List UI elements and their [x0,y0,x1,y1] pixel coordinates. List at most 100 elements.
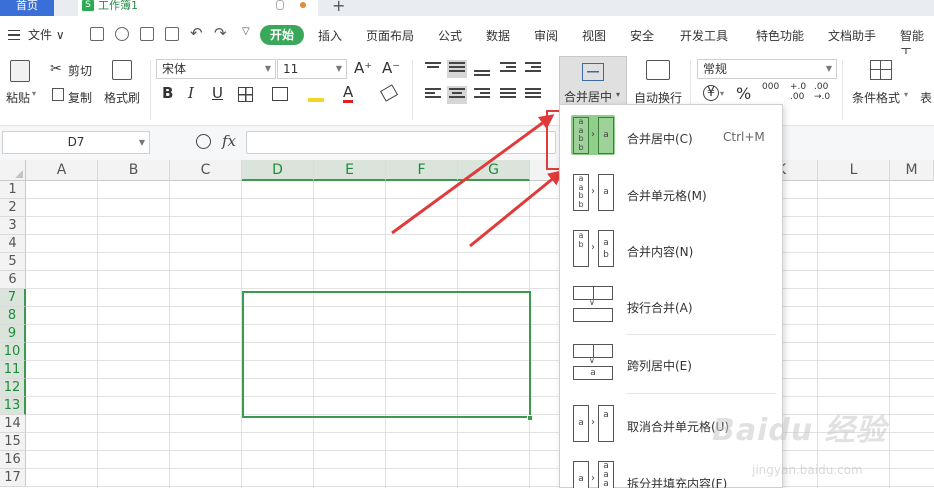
column-header-e[interactable]: E [314,160,386,181]
menu-item-center-across[interactable]: ∨ a 跨列居中(E) [560,339,784,389]
menu-item-merge-center[interactable]: aabb › a 合并居中(C) Ctrl+M [560,111,784,161]
pin-icon[interactable] [276,0,284,10]
eraser-icon[interactable] [379,84,399,102]
distributed-align-icon[interactable] [525,88,541,102]
formula-input[interactable] [246,131,556,154]
tab-home[interactable]: 首页 [0,0,54,16]
row-header-10[interactable]: 10 [0,343,26,361]
column-header-d[interactable]: D [242,160,314,181]
align-center-icon[interactable] [447,86,467,104]
row-header-12[interactable]: 12 [0,379,26,397]
copy-button[interactable]: 复制 [68,89,92,106]
row-header-9[interactable]: 9 [0,325,26,343]
row-header-11[interactable]: 11 [0,361,26,379]
menu-item-merge-cells[interactable]: aabb › a 合并单元格(M) [560,169,784,219]
row-header-7[interactable]: 7 [0,289,26,307]
border-icon[interactable] [238,87,253,102]
column-header-m[interactable]: M [890,160,934,181]
thousands-separator-button[interactable]: 000 [762,82,779,92]
undo-icon[interactable]: ↶ [190,24,203,42]
percent-button[interactable]: % [736,84,751,103]
row-header-5[interactable]: 5 [0,253,26,271]
print-icon[interactable] [140,27,154,41]
hamburger-icon[interactable] [8,30,20,40]
shrink-font-button[interactable]: A⁻ [382,59,400,77]
menu-security[interactable]: 安全 [630,27,654,44]
decrease-decimal-button[interactable]: .00 →.0 [814,82,830,102]
merge-center-button[interactable]: 合并居中 ▾ [559,56,627,108]
align-top-icon[interactable] [425,62,441,76]
menu-view[interactable]: 视图 [582,27,606,44]
font-name-select[interactable]: 宋体 ▼ [156,59,276,79]
column-header-l[interactable]: L [818,160,890,181]
row-header-17[interactable]: 17 [0,469,26,487]
grow-font-button[interactable]: A⁺ [354,59,372,77]
column-header-a[interactable]: A [26,160,98,181]
select-all-corner[interactable] [0,160,26,181]
menu-data[interactable]: 数据 [486,27,510,44]
format-painter-button[interactable]: 格式刷 [104,89,140,106]
column-header-g[interactable]: G [458,160,530,181]
fill-handle[interactable] [527,415,533,421]
cut-button[interactable]: 剪切 [68,62,92,79]
indent-increase-icon[interactable] [525,62,541,76]
menu-formulas[interactable]: 公式 [438,27,462,44]
menu-doc-assistant[interactable]: 文档助手 [828,27,876,44]
fx-icon[interactable]: fx [222,132,236,150]
paste-button[interactable]: 粘贴 [6,89,30,106]
print-preview-icon[interactable] [165,27,179,41]
table-style-button[interactable]: 表 [920,89,932,106]
column-header-f[interactable]: F [386,160,458,181]
paste-caret-icon[interactable]: ▾ [32,89,36,98]
paste-icon[interactable] [10,60,30,82]
row-header-1[interactable]: 1 [0,181,26,199]
row-header-13[interactable]: 13 [0,397,26,415]
name-box[interactable]: D7 ▼ [2,131,150,154]
italic-button[interactable]: I [188,84,194,102]
cell-style-icon[interactable] [272,87,288,101]
currency-button[interactable]: ¥ [703,85,719,101]
font-size-select[interactable]: 11 ▼ [277,59,347,79]
redo-icon[interactable]: ↷ [214,24,227,42]
customize-icon[interactable]: ▽ [242,26,250,37]
menu-page-layout[interactable]: 页面布局 [366,27,414,44]
increase-decimal-button[interactable]: +.0 .00 [790,82,806,102]
menu-insert[interactable]: 插入 [318,27,342,44]
row-header-2[interactable]: 2 [0,199,26,217]
align-right-icon[interactable] [474,88,490,102]
row-header-6[interactable]: 6 [0,271,26,289]
menu-special-features[interactable]: 特色功能 [756,27,804,44]
row-header-15[interactable]: 15 [0,433,26,451]
row-header-3[interactable]: 3 [0,217,26,235]
align-bottom-icon[interactable] [474,64,490,78]
bold-button[interactable]: B [162,84,173,102]
new-tab-button[interactable]: + [332,0,345,15]
row-header-14[interactable]: 14 [0,415,26,433]
menu-start[interactable]: 开始 [260,25,304,45]
conditional-format-button[interactable]: 条件格式 [852,89,900,106]
column-header-c[interactable]: C [170,160,242,181]
menu-item-merge-by-row[interactable]: ∨ 按行合并(A) [560,281,784,331]
menu-file[interactable]: 文件 ∨ [28,26,65,43]
zoom-icon[interactable] [196,134,211,149]
row-header-16[interactable]: 16 [0,451,26,469]
selected-range[interactable] [242,291,531,418]
underline-button[interactable]: U [212,84,223,102]
row-header-8[interactable]: 8 [0,307,26,325]
menu-item-merge-content[interactable]: ab › ab 合并内容(N) [560,225,784,275]
number-format-select[interactable]: 常规 ▼ [697,59,837,79]
column-header-b[interactable]: B [98,160,170,181]
font-color-icon[interactable]: A [343,84,354,103]
align-middle-icon[interactable] [447,60,467,78]
row-header-4[interactable]: 4 [0,235,26,253]
menu-review[interactable]: 审阅 [534,27,558,44]
save-icon[interactable] [90,27,104,41]
tab-document[interactable]: S 工作簿1 [78,0,318,16]
wrap-text-icon[interactable] [646,60,670,80]
align-left-icon[interactable] [425,88,441,102]
justify-icon[interactable] [500,88,516,102]
indent-decrease-icon[interactable] [500,62,516,76]
menu-developer[interactable]: 开发工具 [680,27,728,44]
fill-color-icon[interactable] [308,86,324,102]
conditional-format-icon[interactable] [870,60,892,80]
